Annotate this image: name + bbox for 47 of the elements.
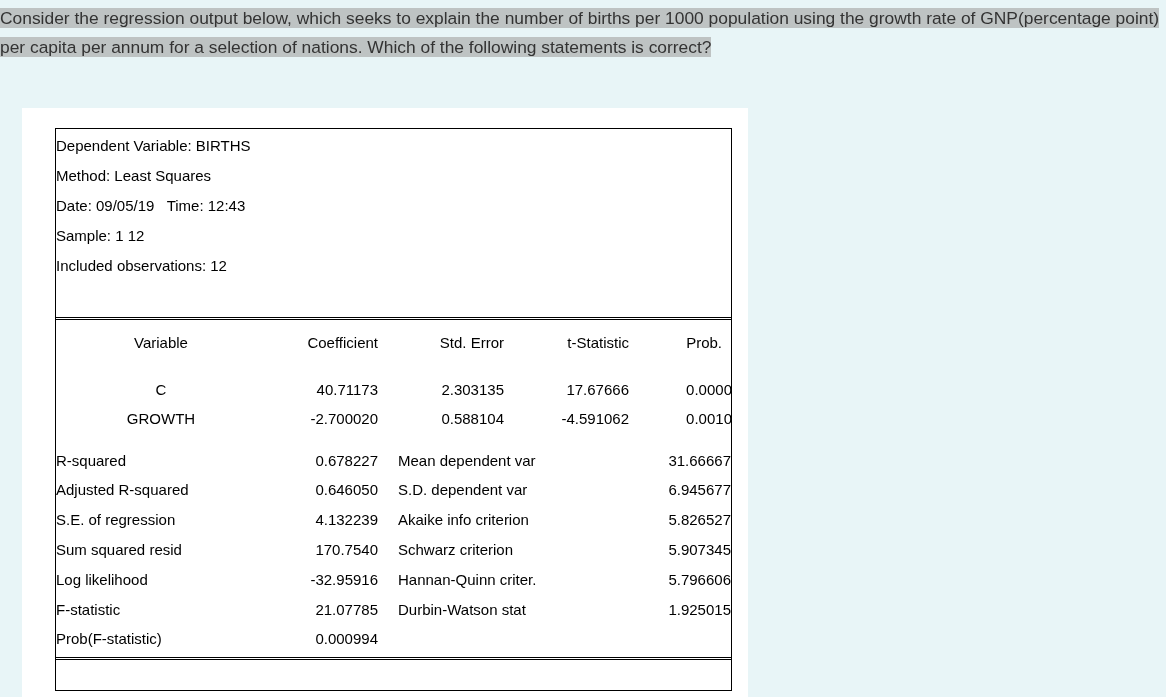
stat-label: F-statistic <box>56 599 122 620</box>
column-header: Coefficient <box>306 332 378 353</box>
column-header: Prob. <box>685 332 723 353</box>
header-line: Included observations: 12 <box>56 256 227 276</box>
stat-label: R-squared <box>56 450 128 471</box>
table-cell-text: 0.588104 <box>440 409 504 430</box>
table-cell-text: 40.71173 <box>315 380 378 401</box>
column-header: Variable <box>133 332 189 353</box>
stat-value: 21.07785 <box>314 599 378 620</box>
stat-value: 31.66667 <box>667 450 731 471</box>
stat-value: 170.7540 <box>314 540 378 561</box>
column-header: t-Statistic <box>566 332 629 353</box>
stat-label: Durbin-Watson stat <box>398 599 527 620</box>
stat-value: 5.826527 <box>667 510 731 531</box>
header-line: Dependent Variable: BIRTHS <box>56 136 251 156</box>
stat-value: 0.646050 <box>314 480 378 501</box>
column-header: Std. Error <box>438 332 504 353</box>
stat-value: 0.678227 <box>314 450 378 471</box>
stat-label: Hannan-Quinn criter. <box>398 569 538 590</box>
table-cell-text: -4.591062 <box>560 409 629 430</box>
table-cell-text: 17.67666 <box>565 380 629 401</box>
table-cell-text: 2.303135 <box>440 380 504 401</box>
stat-value: 5.907345 <box>667 540 731 561</box>
table-cell-text: 0.0010 <box>685 409 732 430</box>
stat-value: -32.95916 <box>309 569 378 590</box>
stat-label: Schwarz criterion <box>398 540 515 561</box>
stat-value: 0.000994 <box>314 629 378 650</box>
stat-label: S.E. of regression <box>56 510 177 531</box>
header-line: Date: 09/05/19 Time: 12:43 <box>56 196 246 216</box>
table-cell-text: GROWTH <box>125 409 197 430</box>
question-text: Consider the regression output below, which seeks to explain the number of births per 1000 population using the growth rate of GNP(percentage point) per capita per annum for a selection of nations. Which of the following statements is correct? <box>0 7 1161 59</box>
stat-value: 6.945677 <box>667 480 731 501</box>
table-cell-text: 0.0000 <box>685 380 732 401</box>
stat-label: Sum squared resid <box>56 540 183 561</box>
table-cell-text: C <box>154 380 168 401</box>
header-line: Sample: 1 12 <box>56 226 145 246</box>
stat-label: Adjusted R-squared <box>56 480 190 501</box>
stat-label: Log likelihood <box>56 569 149 590</box>
stat-label: Mean dependent var <box>398 450 537 471</box>
stat-label: Prob(F-statistic) <box>56 629 163 650</box>
header-line: Method: Least Squares <box>56 166 212 186</box>
table-cell-text: -2.700020 <box>309 409 378 430</box>
stat-value: 4.132239 <box>314 510 378 531</box>
stat-label: Akaike info criterion <box>398 510 530 531</box>
stat-value: 5.796606 <box>667 569 731 590</box>
stat-value: 1.925015 <box>667 599 731 620</box>
stat-label: S.D. dependent var <box>398 480 529 501</box>
